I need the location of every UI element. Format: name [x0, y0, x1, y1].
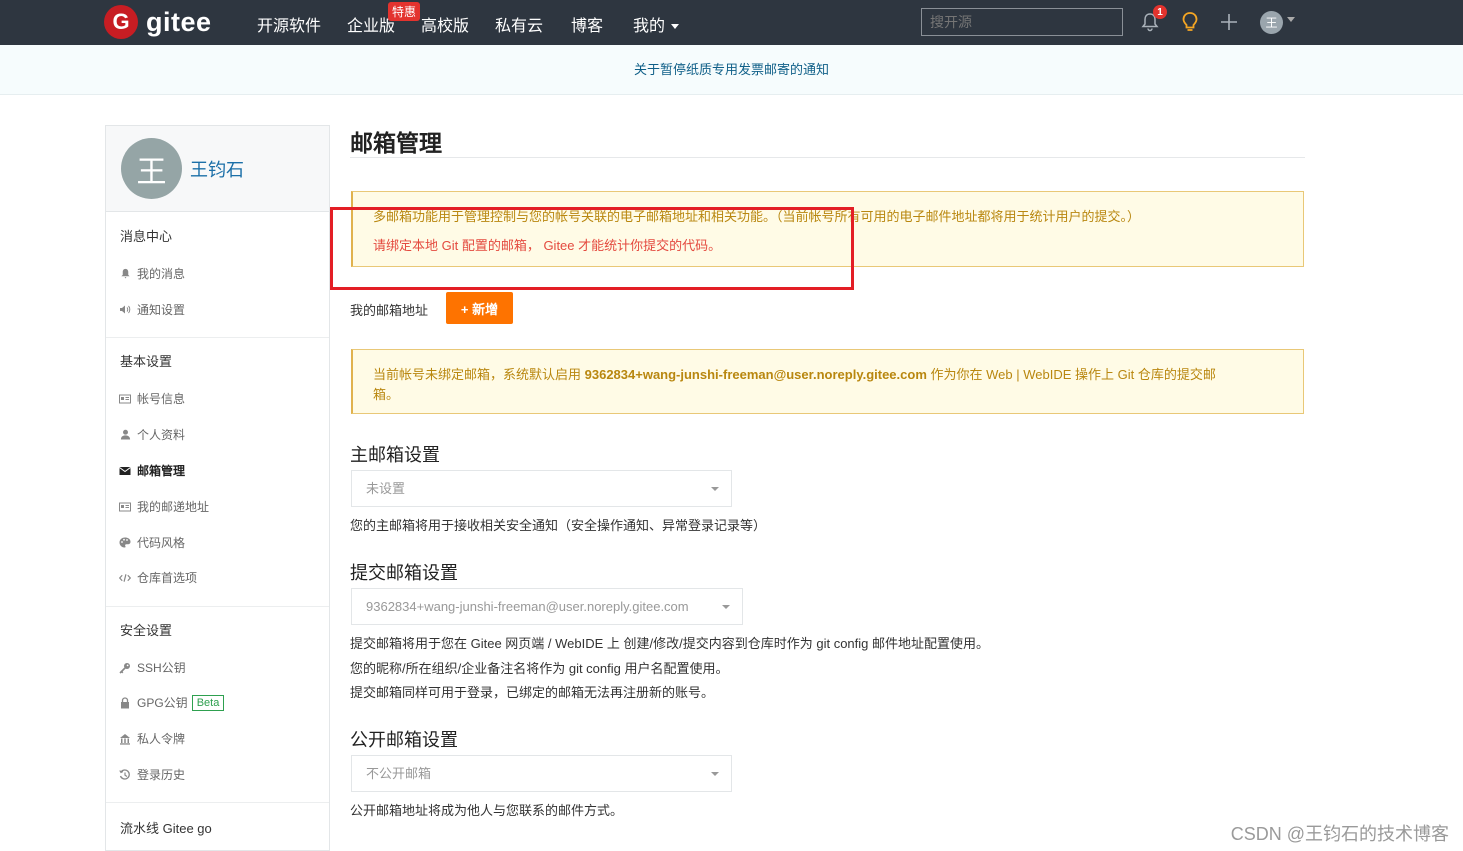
- notice-text-cont: 箱。: [373, 387, 400, 402]
- sidebar-item-mail-address[interactable]: 我的邮递地址: [119, 498, 209, 515]
- sidebar-item-label: 我的消息: [137, 267, 186, 281]
- sidebar-item-label: GPG公钥: [137, 696, 188, 710]
- sidebar-item-account-info[interactable]: 帐号信息: [119, 390, 185, 407]
- notification-count-badge: 1: [1153, 5, 1167, 19]
- sidebar-item-label: 代码风格: [137, 536, 186, 550]
- noreply-email: 9362834+wang-junshi-freeman@user.noreply…: [584, 367, 927, 382]
- nav-mine[interactable]: 我的: [633, 12, 680, 36]
- public-email-help: 公开邮箱地址将成为他人与您联系的邮件方式。: [350, 803, 624, 818]
- sidebar-divider: [106, 606, 329, 607]
- public-email-select[interactable]: 不公开邮箱: [351, 755, 732, 792]
- sidebar-item-label: 通知设置: [137, 303, 186, 317]
- primary-email-title: 主邮箱设置: [350, 445, 440, 465]
- gitee-logo-icon: G: [104, 5, 138, 39]
- settings-sidebar: 王 王钧石 消息中心 我的消息 通知设置 基本设置 帐号信息 个人资料 邮箱管理: [105, 125, 330, 851]
- announcement-link[interactable]: 关于暂停纸质专用发票邮寄的通知: [634, 62, 829, 77]
- add-email-button[interactable]: + 新增: [446, 292, 513, 324]
- commit-email-help-1: 提交邮箱将用于您在 Gitee 网页端 / WebIDE 上 创建/修改/提交内…: [350, 636, 989, 651]
- sidebar-divider: [106, 337, 329, 338]
- nav-blog[interactable]: 博客: [571, 12, 603, 36]
- lightbulb-icon[interactable]: [1180, 11, 1200, 33]
- sidebar-item-login-history[interactable]: 登录历史: [119, 766, 185, 783]
- commit-email-select[interactable]: 9362834+wang-junshi-freeman@user.noreply…: [351, 588, 743, 625]
- sidebar-item-code-style[interactable]: 代码风格: [119, 534, 185, 551]
- default-email-notice: 当前帐号未绑定邮箱，系统默认启用 9362834+wang-junshi-fre…: [351, 349, 1304, 414]
- sidebar-item-label: 个人资料: [137, 428, 186, 442]
- key-icon: [119, 662, 131, 674]
- history-icon: [119, 768, 131, 781]
- chevron-down-icon: [711, 487, 719, 491]
- sidebar-item-ssh-keys[interactable]: SSH公钥: [119, 659, 186, 676]
- sidebar-user-header: 王 王钧石: [106, 126, 329, 212]
- chevron-down-icon: [711, 772, 719, 776]
- commit-email-value: 9362834+wang-junshi-freeman@user.noreply…: [366, 599, 689, 614]
- sidebar-section-security: 安全设置: [120, 623, 173, 638]
- commit-email-title: 提交邮箱设置: [350, 563, 458, 583]
- sidebar-item-label: 我的邮递地址: [137, 500, 210, 514]
- nav-mine-label: 我的: [633, 18, 666, 35]
- sidebar-item-email-manage[interactable]: 邮箱管理: [119, 462, 185, 479]
- sidebar-section-messages: 消息中心: [120, 229, 173, 244]
- sidebar-section-pipeline[interactable]: 流水线 Gitee go: [120, 818, 212, 837]
- building-icon: [119, 733, 131, 745]
- sidebar-divider: [106, 802, 329, 803]
- id-card-icon: [119, 393, 131, 405]
- gitee-logo[interactable]: G gitee: [104, 5, 212, 39]
- sidebar-item-my-messages[interactable]: 我的消息: [119, 265, 185, 282]
- sidebar-item-repo-prefs[interactable]: 仓库首选项: [119, 569, 197, 586]
- gitee-logo-text: gitee: [146, 6, 212, 37]
- commit-email-help-2: 您的昵称/所在组织/企业备注名将作为 git config 用户名配置使用。: [350, 661, 729, 676]
- envelope-icon: [119, 465, 131, 477]
- commit-email-help-3: 提交邮箱同样可用于登录，已绑定的邮箱无法再注册新的账号。: [350, 685, 715, 700]
- my-emails-label: 我的邮箱地址: [350, 303, 429, 318]
- lock-icon: [119, 696, 131, 709]
- user-name-link[interactable]: 王钧石: [190, 156, 244, 182]
- nav-private-cloud[interactable]: 私有云: [495, 12, 543, 36]
- notice-text: 当前帐号未绑定邮箱，系统默认启用 9362834+wang-junshi-fre…: [373, 364, 1216, 383]
- highlight-annotation-box: [330, 207, 854, 290]
- nav-university[interactable]: 高校版: [421, 12, 469, 36]
- chevron-down-icon: [671, 24, 680, 30]
- sidebar-item-label: 邮箱管理: [137, 464, 186, 478]
- code-icon: [119, 572, 131, 584]
- top-nav: G gitee 开源软件 企业版 特惠 高校版 私有云 博客 我的 1 王: [0, 0, 1463, 45]
- primary-email-select[interactable]: 未设置: [351, 470, 732, 507]
- title-divider: [350, 157, 1305, 158]
- sidebar-item-label: 私人令牌: [137, 732, 186, 746]
- enterprise-promo-badge: 特惠: [388, 2, 421, 21]
- user-icon: [119, 429, 131, 441]
- sidebar-item-profile[interactable]: 个人资料: [119, 426, 185, 443]
- chevron-down-icon: [722, 605, 730, 609]
- sidebar-item-gpg-keys[interactable]: GPG公钥 Beta: [119, 694, 225, 711]
- chevron-down-icon[interactable]: [1287, 17, 1295, 22]
- sidebar-item-notify-settings[interactable]: 通知设置: [119, 301, 185, 318]
- user-avatar[interactable]: 王: [1260, 11, 1283, 34]
- plus-icon[interactable]: [1219, 12, 1239, 32]
- announcement-bar: 关于暂停纸质专用发票邮寄的通知: [0, 45, 1463, 95]
- beta-badge: Beta: [191, 694, 225, 711]
- sidebar-item-label: 帐号信息: [137, 392, 186, 406]
- palette-icon: [119, 537, 131, 549]
- address-card-icon: [119, 501, 131, 513]
- public-email-title: 公开邮箱设置: [350, 730, 458, 750]
- speaker-icon: [119, 304, 131, 316]
- nav-open-source[interactable]: 开源软件: [257, 12, 321, 36]
- sidebar-item-label: SSH公钥: [137, 661, 186, 675]
- sidebar-item-label: 登录历史: [137, 768, 186, 782]
- sidebar-item-label: 仓库首选项: [137, 571, 198, 585]
- bell-icon: [119, 268, 131, 280]
- primary-email-help: 您的主邮箱将用于接收相关安全通知（安全操作通知、异常登录记录等）: [350, 518, 767, 533]
- avatar[interactable]: 王: [121, 138, 182, 199]
- primary-email-value: 未设置: [366, 481, 406, 496]
- sidebar-item-private-tokens[interactable]: 私人令牌: [119, 730, 185, 747]
- search-input[interactable]: [921, 8, 1123, 36]
- sidebar-section-basic: 基本设置: [120, 354, 173, 369]
- notice-prefix: 当前帐号未绑定邮箱，系统默认启用: [373, 367, 585, 382]
- page-title: 邮箱管理: [350, 130, 442, 156]
- csdn-watermark: CSDN @王钧石的技术博客: [1230, 824, 1449, 844]
- public-email-value: 不公开邮箱: [366, 766, 432, 781]
- notice-suffix: 作为你在 Web | WebIDE 操作上 Git 仓库的提交邮: [926, 367, 1216, 382]
